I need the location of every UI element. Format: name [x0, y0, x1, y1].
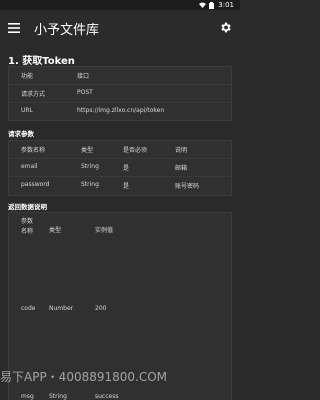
table-header-cell: 类型	[49, 227, 62, 234]
api-info-value: POST	[77, 89, 93, 96]
table-row: code Number 200	[9, 305, 231, 317]
table-cell: success	[95, 393, 119, 400]
status-icons	[199, 1, 215, 9]
table-header-cell: 参数名称	[21, 147, 46, 154]
table-cell: 是	[123, 165, 130, 172]
api-info-value: 接口	[77, 73, 90, 80]
content-area[interactable]: 1. 获取Token 功能 接口 请求方式 POST URL https://i…	[0, 46, 240, 400]
status-bar: 3:01	[0, 0, 240, 10]
api-info-row: URL https://img.zllxo.cn/api/token	[9, 103, 231, 121]
table-cell: String	[49, 393, 67, 400]
section-title-get-token: 1. 获取Token	[8, 56, 75, 67]
request-params-table: 参数名称 类型 是否必须 说明 email String 是 邮箱 passwo…	[8, 140, 232, 196]
table-header-cell: 说明	[175, 147, 188, 154]
table-row: email String 是 邮箱	[9, 159, 231, 177]
api-info-label: URL	[21, 107, 33, 114]
api-info-label: 请求方式	[21, 91, 46, 98]
return-data-table: 参数名称 类型 实例值 code Number 200 msg String s…	[8, 212, 232, 400]
api-info-row: 请求方式 POST	[9, 85, 231, 103]
table-cell: code	[21, 305, 36, 312]
table-cell: msg	[21, 393, 34, 400]
battery-icon	[209, 1, 215, 9]
table-header-cell: 类型	[81, 147, 94, 154]
table-cell: 是	[123, 183, 130, 190]
table-cell: password	[21, 181, 50, 188]
status-time: 3:01	[218, 1, 234, 9]
table-header-row: 参数名称 类型 实例值	[9, 213, 231, 243]
app-bar: 小予文件库	[0, 10, 240, 46]
api-info-value: https://img.zllxo.cn/api/token	[77, 107, 165, 114]
api-info-row: 功能 接口	[9, 67, 231, 85]
table-row: msg String success	[9, 393, 231, 400]
table-cell: email	[21, 163, 38, 170]
wifi-icon	[199, 2, 207, 8]
table-cell: 200	[95, 305, 107, 312]
table-row: password String 是 账号密码	[9, 177, 231, 195]
settings-gear-icon[interactable]	[219, 21, 232, 34]
table-cell: Number	[49, 305, 74, 312]
table-cell: 邮箱	[175, 165, 188, 172]
table-header-cell: 实例值	[95, 227, 114, 234]
return-data-heading: 返回数据说明	[8, 203, 47, 211]
api-info-label: 功能	[21, 73, 34, 80]
api-info-card: 功能 接口 请求方式 POST URL https://img.zllxo.cn…	[8, 66, 232, 121]
table-header-cell: 是否必须	[123, 147, 148, 154]
table-cell: String	[81, 163, 99, 170]
app-title: 小予文件库	[34, 23, 100, 38]
table-cell: 账号密码	[175, 183, 200, 190]
table-header-row: 参数名称 类型 是否必须 说明	[9, 141, 231, 159]
table-header-cell: 参数名称	[21, 218, 34, 235]
table-cell: String	[81, 181, 99, 188]
menu-icon[interactable]	[8, 22, 20, 34]
request-params-heading: 请求参数	[8, 130, 34, 138]
